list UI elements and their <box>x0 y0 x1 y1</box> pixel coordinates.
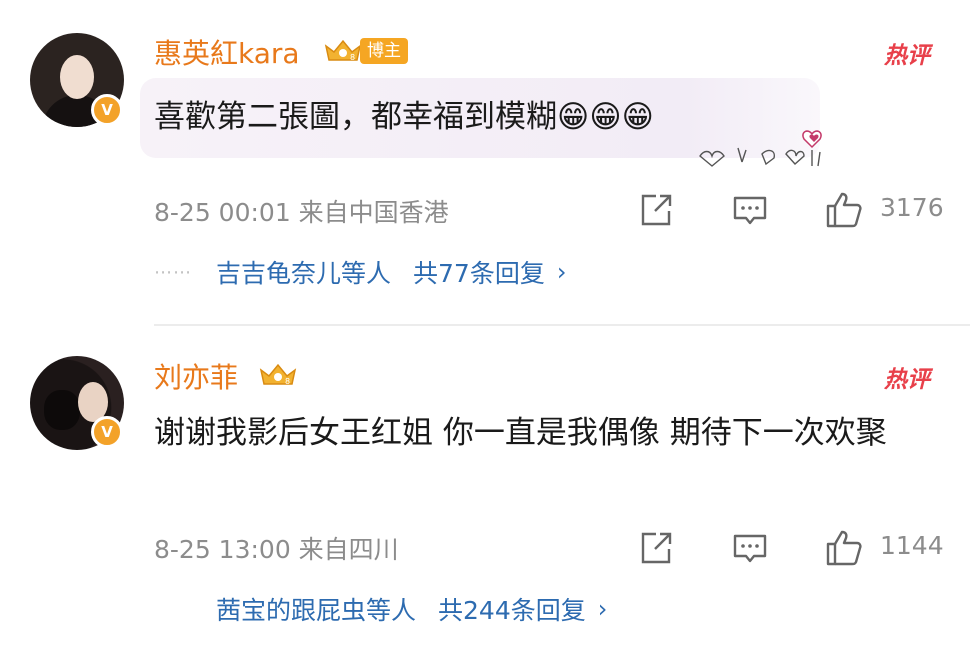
comment-meta: 8-25 00:01 来自中国香港 <box>154 198 449 227</box>
like-icon[interactable] <box>824 190 864 230</box>
crown-icon: 8 <box>324 39 362 62</box>
reply-dots: ⋯⋯ <box>154 261 192 283</box>
share-icon[interactable] <box>636 190 676 230</box>
verified-v-icon: V <box>91 416 123 448</box>
avatar-cat <box>44 390 80 430</box>
blogger-tag: 博主 <box>360 38 408 64</box>
comment-icon[interactable] <box>730 190 770 230</box>
comment-meta: 8-25 13:00 来自四川 <box>154 535 399 564</box>
reply-count: 共244条回复 <box>438 596 586 625</box>
like-icon[interactable] <box>824 528 864 568</box>
svg-text:8: 8 <box>285 377 290 386</box>
comment-icon[interactable] <box>730 528 770 568</box>
chevron-right-icon: › <box>556 258 567 286</box>
comment-item: V 惠英紅kara 8 博主 热评 喜歡第二張圖，都幸福到模糊😁😁😁 8-25 … <box>0 0 970 326</box>
reply-people: 茜宝的跟屁虫等人 <box>216 596 417 625</box>
username[interactable]: 刘亦菲 <box>154 356 238 396</box>
view-replies-link[interactable]: ⋯⋯ 茜宝的跟屁虫等人 共244条回复 › <box>154 591 607 627</box>
reply-dots: ⋯⋯ <box>154 599 192 620</box>
share-icon[interactable] <box>636 528 676 568</box>
hot-comment-badge: 热评 <box>884 367 930 393</box>
hot-comment-badge: 热评 <box>884 43 930 69</box>
like-count: 3176 <box>880 193 944 222</box>
comment-text: 谢谢我影后女王红姐 你一直是我偶像 期待下一次欢聚 <box>154 415 887 451</box>
chevron-right-icon: › <box>597 595 608 623</box>
reply-count: 共77条回复 <box>413 259 545 288</box>
avatar-face <box>60 55 94 99</box>
svg-text:8: 8 <box>350 53 355 62</box>
view-replies-link[interactable]: ⋯⋯ 吉吉龟奈儿等人 共77条回复 › <box>154 254 566 290</box>
username[interactable]: 惠英紅kara <box>154 32 300 72</box>
reply-people: 吉吉龟奈儿等人 <box>216 259 392 288</box>
comment-item: V 刘亦菲 8 热评 谢谢我影后女王红姐 你一直是我偶像 期待下一次欢聚 8-2… <box>0 326 970 664</box>
like-count: 1144 <box>880 531 944 560</box>
verified-v-icon: V <box>91 94 123 126</box>
heart-hands-decoration-icon <box>699 130 822 167</box>
crown-icon: 8 <box>259 363 297 386</box>
